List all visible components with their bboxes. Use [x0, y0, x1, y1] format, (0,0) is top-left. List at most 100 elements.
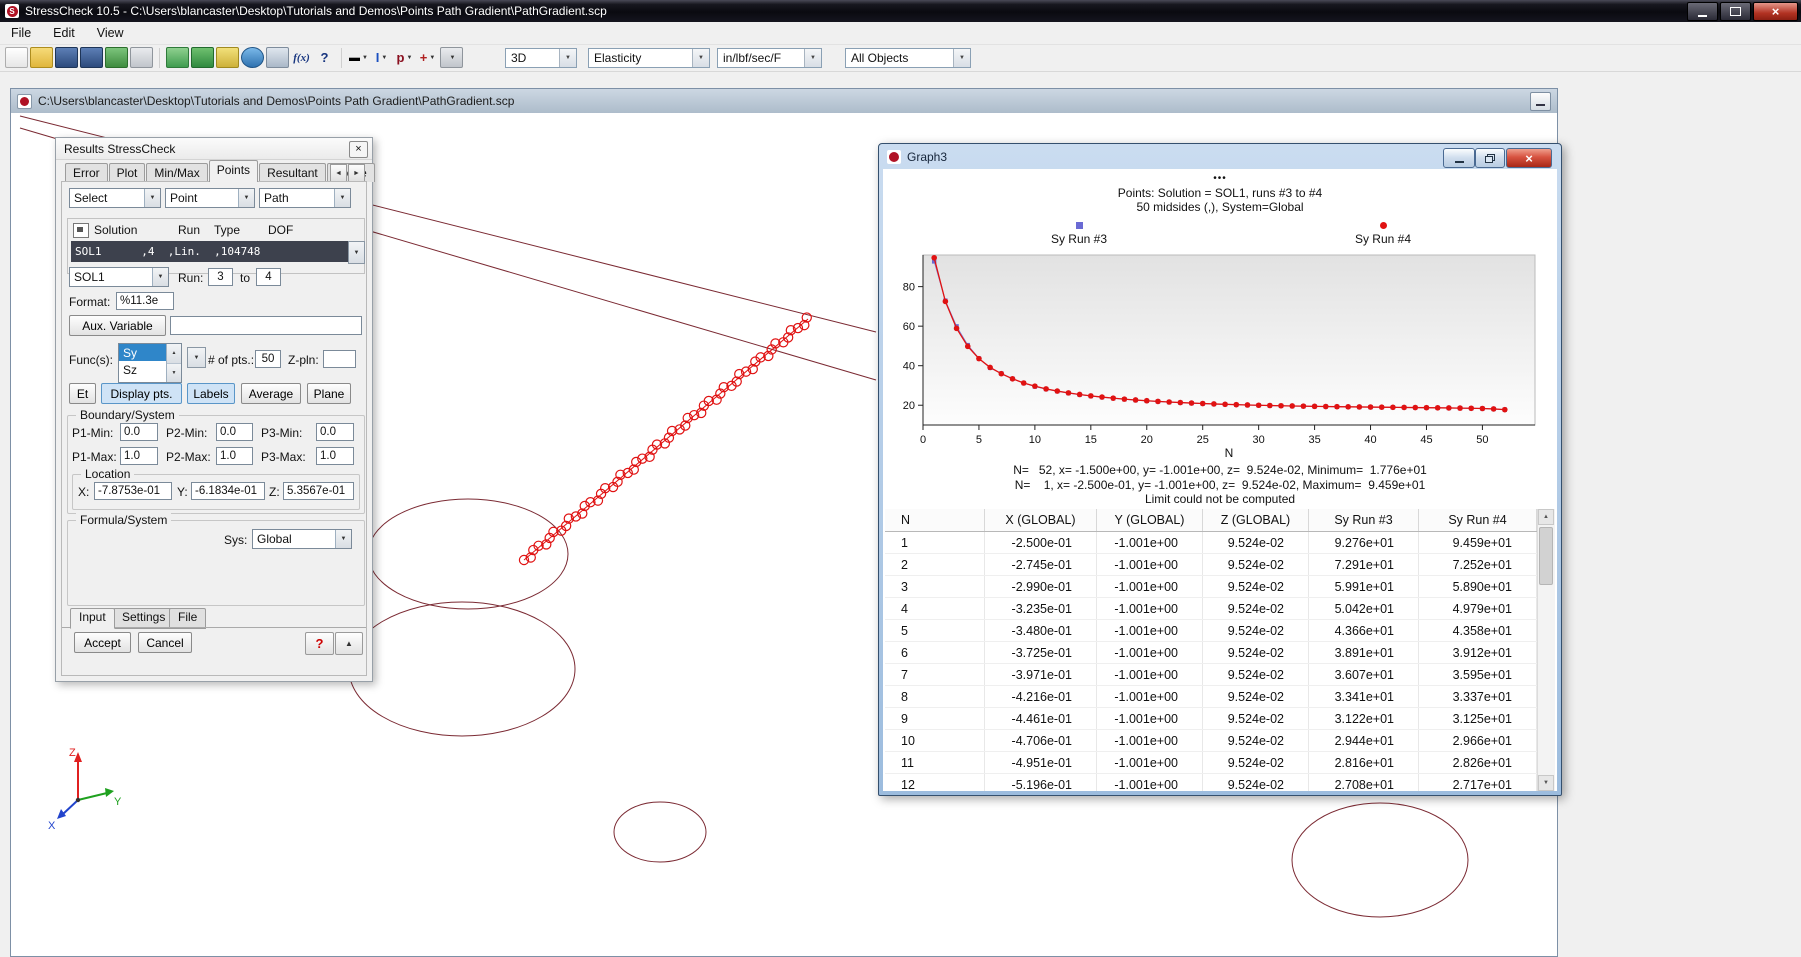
close-icon[interactable]: ×: [349, 141, 368, 158]
text-style-icon[interactable]: I▼: [371, 48, 392, 67]
scroll-down-icon[interactable]: [1538, 775, 1554, 791]
x-input[interactable]: -7.8753e-01: [94, 482, 172, 500]
points-display-icon[interactable]: p▼: [394, 48, 415, 67]
results-dialog-titlebar[interactable]: Results StressCheck ×: [56, 138, 372, 160]
document-minimize-button[interactable]: [1530, 92, 1551, 111]
labels-button[interactable]: Labels: [187, 383, 235, 404]
formula-editor-icon[interactable]: f(x): [291, 48, 312, 67]
minimize-window-button[interactable]: [1687, 2, 1718, 21]
table-row[interactable]: 3-2.990e-01-1.001e+009.524e-025.991e+015…: [885, 576, 1538, 598]
menu-edit[interactable]: Edit: [42, 24, 86, 42]
table-row[interactable]: 10-4.706e-01-1.001e+009.524e-022.944e+01…: [885, 730, 1538, 752]
dimension-combo[interactable]: 3D: [505, 48, 577, 68]
table-row[interactable]: 2-2.745e-01-1.001e+009.524e-027.291e+017…: [885, 554, 1538, 576]
table-row[interactable]: 12-5.196e-01-1.001e+009.524e-022.708e+01…: [885, 774, 1538, 791]
select-mode-combo[interactable]: Select: [69, 188, 161, 208]
model-library-icon[interactable]: [191, 47, 214, 68]
tab-plot[interactable]: Plot: [109, 163, 146, 182]
aux-variable-button[interactable]: Aux. Variable: [69, 315, 166, 336]
table-row[interactable]: 1-2.500e-01-1.001e+009.524e-029.276e+019…: [885, 532, 1538, 554]
web-resources-icon[interactable]: [241, 47, 264, 68]
menu-view[interactable]: View: [86, 24, 135, 42]
format-input[interactable]: %11.3e: [116, 292, 174, 310]
solution-selected-row[interactable]: SOL1 ,4 ,Lin. ,104748: [71, 241, 348, 262]
run-from-input[interactable]: 3: [208, 268, 233, 286]
import-icon[interactable]: [105, 47, 128, 68]
table-scrollbar[interactable]: [1537, 509, 1555, 791]
graph-titlebar[interactable]: Graph3: [887, 148, 947, 166]
notes-icon[interactable]: [266, 47, 289, 68]
p1-min-input[interactable]: 0.0: [120, 423, 158, 441]
function-listbox[interactable]: Sy Sz: [118, 343, 182, 383]
chevron-down-icon[interactable]: [334, 189, 350, 207]
function-scroll-down-icon[interactable]: [167, 364, 181, 383]
function-option-sy[interactable]: Sy: [119, 344, 166, 361]
document-titlebar[interactable]: C:\Users\blancaster\Desktop\Tutorials an…: [11, 89, 1557, 114]
table-row[interactable]: 5-3.480e-01-1.001e+009.524e-024.366e+014…: [885, 620, 1538, 642]
aux-variable-field[interactable]: [170, 316, 362, 335]
extraction-method-combo[interactable]: Path: [259, 188, 351, 208]
help-icon[interactable]: ?: [314, 48, 335, 67]
open-file-icon[interactable]: [30, 47, 53, 68]
p3-max-input[interactable]: 1.0: [316, 447, 354, 465]
material-library-icon[interactable]: [166, 47, 189, 68]
menu-file[interactable]: File: [0, 24, 42, 42]
solution-list-icon[interactable]: [73, 223, 89, 238]
solution-combo[interactable]: SOL1: [69, 267, 169, 287]
chevron-down-icon[interactable]: [144, 189, 160, 207]
scrollbar-thumb[interactable]: [1539, 527, 1553, 585]
handbook-icon[interactable]: [216, 47, 239, 68]
function-scroll-up-icon[interactable]: [167, 344, 181, 364]
chevron-down-icon[interactable]: [559, 49, 576, 67]
solution-row-dropdown-icon[interactable]: [348, 241, 365, 264]
cancel-button[interactable]: Cancel: [138, 632, 192, 653]
dialog-scroll-up-button[interactable]: ▲: [335, 632, 363, 655]
chevron-down-icon[interactable]: [152, 268, 168, 286]
graph-minimize-button[interactable]: [1443, 148, 1475, 168]
table-row[interactable]: 7-3.971e-01-1.001e+009.524e-023.607e+013…: [885, 664, 1538, 686]
table-row[interactable]: 9-4.461e-01-1.001e+009.524e-023.122e+013…: [885, 708, 1538, 730]
average-button[interactable]: Average: [241, 383, 301, 404]
graph-close-button[interactable]: [1506, 148, 1552, 168]
p3-min-input[interactable]: 0.0: [316, 423, 354, 441]
tab-resultant[interactable]: Resultant: [259, 163, 326, 182]
chevron-down-icon[interactable]: [953, 49, 970, 67]
function-dropdown-icon[interactable]: [187, 347, 206, 368]
chevron-down-icon[interactable]: [804, 49, 821, 67]
table-row[interactable]: 11-4.951e-01-1.001e+009.524e-022.816e+01…: [885, 752, 1538, 774]
new-file-icon[interactable]: [5, 47, 28, 68]
save-all-icon[interactable]: [80, 47, 103, 68]
table-row[interactable]: 6-3.725e-01-1.001e+009.524e-023.891e+013…: [885, 642, 1538, 664]
objects-combo[interactable]: All Objects: [845, 48, 971, 68]
p2-min-input[interactable]: 0.0: [216, 423, 253, 441]
maximize-window-button[interactable]: [1720, 2, 1751, 21]
table-row[interactable]: 8-4.216e-01-1.001e+009.524e-023.341e+013…: [885, 686, 1538, 708]
display-pts-button[interactable]: Display pts.: [101, 383, 182, 404]
object-type-combo[interactable]: Point: [165, 188, 255, 208]
bottom-tab-settings[interactable]: Settings: [113, 608, 174, 629]
graph-restore-button[interactable]: [1475, 148, 1505, 168]
axes-display-icon[interactable]: +▼: [417, 48, 438, 67]
zpln-input[interactable]: [323, 350, 356, 368]
function-option-sz[interactable]: Sz: [119, 361, 166, 378]
accept-button[interactable]: Accept: [74, 632, 131, 653]
chevron-down-icon[interactable]: [238, 189, 254, 207]
system-combo[interactable]: Global: [252, 529, 352, 549]
tab-error[interactable]: Error: [65, 163, 108, 182]
run-to-input[interactable]: 4: [256, 268, 281, 286]
chevron-down-icon[interactable]: [335, 530, 351, 548]
line-style-icon[interactable]: ▬▼: [348, 48, 369, 67]
save-icon[interactable]: [55, 47, 78, 68]
plane-button[interactable]: Plane: [307, 383, 351, 404]
help-button[interactable]: ?: [305, 632, 334, 655]
plot-export-icon[interactable]: ▼: [440, 47, 463, 68]
p1-max-input[interactable]: 1.0: [120, 447, 158, 465]
tab-minmax[interactable]: Min/Max: [146, 163, 207, 182]
units-combo[interactable]: in/lbf/sec/F: [717, 48, 822, 68]
et-button[interactable]: Et: [69, 383, 96, 404]
print-icon[interactable]: [130, 47, 153, 68]
table-row[interactable]: 4-3.235e-01-1.001e+009.524e-025.042e+014…: [885, 598, 1538, 620]
bottom-tab-input[interactable]: Input: [70, 608, 115, 629]
p2-max-input[interactable]: 1.0: [216, 447, 253, 465]
y-input[interactable]: -6.1834e-01: [191, 482, 265, 500]
